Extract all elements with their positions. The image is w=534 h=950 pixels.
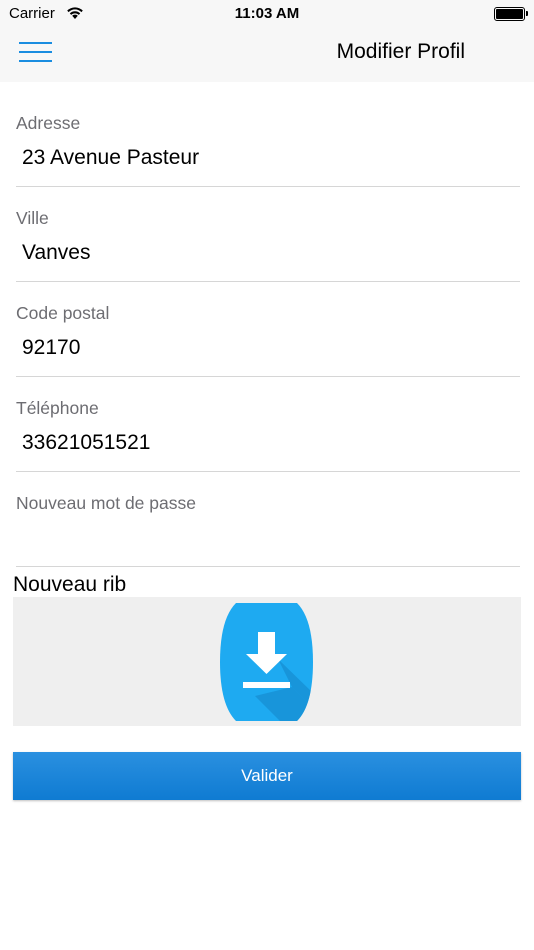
phone-field-row: Téléphone [0, 377, 534, 472]
battery-icon [494, 7, 528, 21]
page-title: Modifier Profil [336, 40, 465, 63]
divider [16, 566, 520, 567]
city-label: Ville [16, 208, 49, 228]
phone-input[interactable] [22, 431, 512, 455]
address-label: Adresse [16, 113, 81, 133]
address-input[interactable] [22, 146, 512, 170]
new-password-label: Nouveau mot de passe [16, 493, 196, 513]
password-field-row: Nouveau mot de passe [0, 472, 534, 567]
download-icon[interactable] [220, 603, 313, 721]
new-password-input[interactable] [22, 526, 512, 550]
postal-code-label: Code postal [16, 303, 110, 323]
address-field-row: Adresse [0, 92, 534, 187]
city-input[interactable] [22, 241, 512, 265]
navigation-bar: Modifier Profil [0, 28, 534, 82]
new-rib-label: Nouveau rib [13, 573, 127, 596]
validate-button[interactable]: Valider [13, 752, 521, 800]
postal-code-input[interactable] [22, 336, 512, 360]
phone-label: Téléphone [16, 398, 99, 418]
hamburger-menu-icon[interactable] [19, 42, 52, 64]
postal-code-field-row: Code postal [0, 282, 534, 377]
city-field-row: Ville [0, 187, 534, 282]
status-bar: Carrier 11:03 AM [0, 0, 534, 28]
clock: 11:03 AM [234, 5, 300, 22]
rib-upload-area[interactable] [13, 597, 521, 726]
